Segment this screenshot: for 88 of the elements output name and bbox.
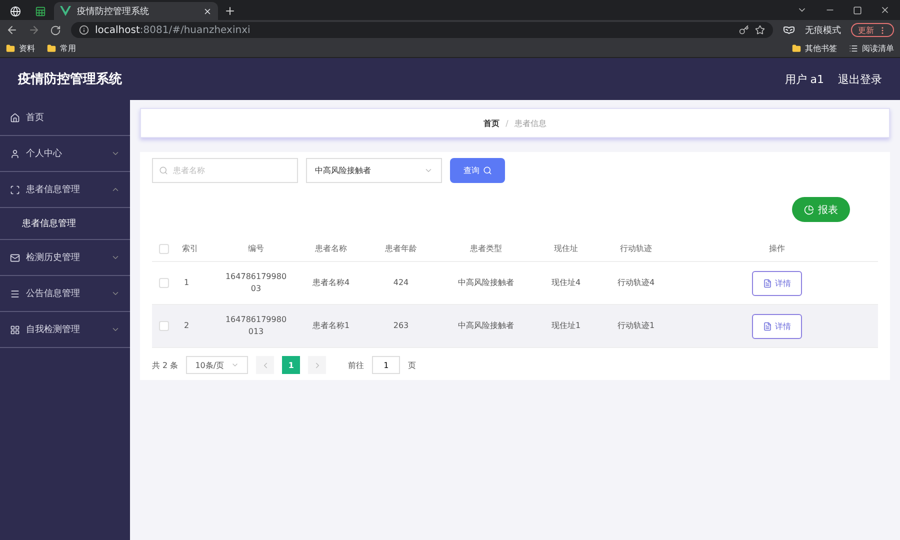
bookmark[interactable]: 常用	[60, 43, 76, 54]
new-tab-icon[interactable]	[224, 5, 236, 17]
table-cell-text: 164786179980013	[224, 314, 288, 338]
detail-button[interactable]: 详情	[752, 270, 802, 296]
page-size-select[interactable]: 10条/页	[186, 356, 248, 374]
v-logo-icon	[60, 6, 71, 16]
caret-icon	[111, 185, 120, 194]
query-button[interactable]: 查询	[450, 158, 505, 183]
list-icon	[849, 44, 858, 53]
folder-icon	[792, 44, 801, 53]
table-cell-text: 行动轨迹4	[616, 277, 656, 289]
sidebar-item[interactable]: 首页	[0, 100, 130, 136]
back-icon[interactable]	[6, 24, 18, 36]
column-header: 编号	[247, 243, 265, 254]
caret-icon	[231, 361, 240, 369]
caret-icon	[424, 166, 433, 175]
table-cell-text: 中高风险接触者	[457, 320, 515, 332]
folder-icon	[47, 44, 56, 53]
sheet-icon	[35, 6, 46, 16]
column-header: 操作	[768, 243, 786, 254]
sidebar-item[interactable]: 公告信息管理	[0, 276, 130, 312]
table-cell-text: 1	[183, 277, 190, 289]
goto-label: 前往	[348, 360, 364, 370]
column-header: 行动轨迹	[619, 243, 653, 254]
sidebar-subitem[interactable]: 患者信息管理	[0, 208, 130, 240]
table-cell-text: 263	[392, 320, 410, 332]
sidebar-item[interactable]: 自我检测管理	[0, 312, 130, 348]
user-label: 用户 a1	[784, 72, 824, 86]
table-cell-text: 现住址4	[550, 277, 582, 289]
page-input[interactable]: 1	[372, 356, 400, 374]
table-cell-text: 16478617998003	[224, 271, 288, 295]
browser-tab[interactable]: 疫情防控管理系统	[54, 2, 218, 20]
mail-icon	[10, 252, 20, 262]
checkbox[interactable]	[159, 244, 169, 254]
maximize-icon[interactable]	[853, 6, 862, 14]
close-icon[interactable]	[880, 5, 890, 15]
document-icon	[763, 322, 772, 330]
caret-icon	[111, 253, 120, 262]
total-count: 共 2 条	[152, 360, 178, 370]
home-icon	[10, 112, 20, 122]
table-cell-text: 424	[392, 277, 410, 289]
page-suffix: 页	[408, 360, 416, 370]
menu-icon	[10, 288, 20, 298]
table-cell-text: 患者名称4	[311, 277, 351, 289]
table-cell-text: 行动轨迹1	[616, 320, 656, 332]
breadcrumb-separator: /	[506, 118, 508, 128]
column-header: 患者名称	[314, 243, 348, 254]
caret-icon	[111, 325, 120, 334]
logout-link[interactable]: 退出登录	[838, 72, 882, 86]
incognito-icon	[783, 24, 795, 36]
globe-icon	[10, 6, 21, 16]
grid-icon	[10, 324, 20, 334]
breadcrumb-item[interactable]: 首页	[484, 118, 500, 128]
incognito-label: 无痕模式	[805, 24, 841, 36]
table-cell-text: 中高风险接触者	[457, 277, 515, 289]
type-select[interactable]: 中高风险接触者	[306, 158, 442, 183]
sidebar-item[interactable]: 患者信息管理	[0, 172, 130, 208]
address-bar[interactable]: localhost:8081/#/huanzhexinxi	[71, 22, 773, 38]
bookmark[interactable]: 阅读清单	[862, 43, 894, 54]
column-header: 患者类型	[469, 243, 503, 254]
caret-icon	[111, 149, 120, 158]
update-button[interactable]: 更新	[851, 23, 894, 37]
forward-icon[interactable]	[28, 24, 40, 36]
search-field[interactable]: 患者名称	[152, 158, 298, 183]
column-header: 索引	[181, 243, 199, 254]
column-header: 现住址	[553, 243, 579, 254]
close-icon[interactable]	[203, 6, 212, 16]
user-icon	[10, 148, 20, 158]
document-icon	[763, 278, 772, 288]
column-header: 患者年龄	[384, 243, 418, 254]
pie-chart-icon	[804, 204, 814, 214]
caret-icon	[111, 289, 120, 298]
detail-button[interactable]: 详情	[752, 314, 802, 338]
search-icon	[482, 166, 492, 175]
reload-icon[interactable]	[50, 24, 61, 36]
bookmark[interactable]: 其他书签	[805, 43, 837, 54]
checkbox[interactable]	[159, 321, 169, 331]
table-cell-text: 现住址1	[550, 320, 582, 332]
search-icon	[159, 166, 168, 175]
sidebar-item[interactable]: 检测历史管理	[0, 240, 130, 276]
frame-icon	[10, 184, 20, 194]
sidebar-item[interactable]: 个人中心	[0, 136, 130, 172]
bookmark[interactable]: 资料	[19, 43, 35, 54]
folder-icon	[6, 44, 15, 53]
table-cell-text: 2	[183, 320, 190, 332]
checkbox[interactable]	[159, 278, 169, 288]
app-title: 疫情防控管理系统	[18, 70, 122, 88]
table-cell-text: 患者名称1	[311, 320, 351, 332]
